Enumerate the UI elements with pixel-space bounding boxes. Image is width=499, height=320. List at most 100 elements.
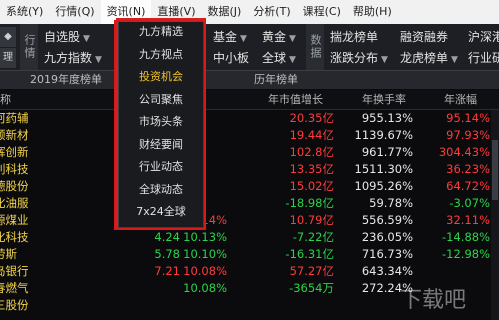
toolbar: ◆ 理 行情 自选股 ▼ 九方指数 ▼ 基金 ▼ 中小板 黄金 ▼ 全球 ▼ 数据 揣龙榜… bbox=[0, 24, 499, 71]
jiufang-index-label: 九方指数 bbox=[44, 51, 93, 65]
dragon-list-item[interactable]: 揣龙榜单 bbox=[330, 27, 378, 47]
column-cap-growth[interactable]: 年市值增长 bbox=[268, 90, 323, 109]
chevron-down-icon: ▼ bbox=[83, 34, 90, 44]
chevron-down-icon: ▼ bbox=[289, 34, 296, 44]
cap-growth: 19.44亿 bbox=[289, 128, 334, 142]
industry-research-item[interactable]: 行业研 bbox=[468, 48, 499, 68]
cap-growth: 20.35亿 bbox=[289, 111, 334, 125]
gold-item[interactable]: 黄金 ▼ bbox=[262, 27, 296, 47]
column-turnover[interactable]: 年换手率 bbox=[362, 90, 406, 109]
stock-name: 德股份 bbox=[0, 179, 29, 193]
table-row[interactable]: 化油服 -18.98亿 59.78% -3.07% bbox=[0, 195, 499, 212]
table-row[interactable]: 河药辅 20.35亿 955.13% 95.14% bbox=[0, 110, 499, 127]
turnover-rate: 643.34% bbox=[361, 264, 413, 278]
table-row[interactable]: 劳斯 5.7810.10% -16.31亿 716.73% -12.98% bbox=[0, 246, 499, 263]
cap-growth: 10.79亿 bbox=[289, 213, 334, 227]
stock-name: 劳斯 bbox=[0, 247, 17, 261]
price: 5.78 bbox=[154, 247, 180, 261]
stock-name: 源煤业 bbox=[0, 213, 29, 227]
dropdown-item[interactable]: 九方视点 bbox=[119, 44, 203, 67]
cap-growth: 15.02亿 bbox=[289, 179, 334, 193]
dropdown-item[interactable]: 市场头条 bbox=[119, 111, 203, 134]
stock-name: 顺新材 bbox=[0, 128, 29, 142]
stock-name: 利科技 bbox=[0, 162, 29, 176]
stock-name: 河药辅 bbox=[0, 111, 29, 125]
margin-trading-item[interactable]: 融资融券 bbox=[400, 27, 448, 47]
menu-bar: 系统(Y) 行情(Q) 资讯(N) 直播(V) 数据(J) 分析(T) 课程(C… bbox=[0, 0, 499, 25]
column-header-row: 称 年市值增长 年换手率 年涨幅 bbox=[0, 90, 499, 110]
turnover-rate: 961.77% bbox=[361, 145, 413, 159]
data-group-label: 数据 bbox=[306, 24, 324, 70]
annual-gain: 97.93% bbox=[446, 128, 490, 142]
watchlist-item[interactable]: 自选股 ▼ bbox=[44, 27, 90, 47]
cap-growth: -3654万 bbox=[289, 281, 334, 295]
table-row[interactable]: 顺新材 19.44亿 1139.67% 97.93% bbox=[0, 127, 499, 144]
menu-help[interactable]: 帮助(H) bbox=[347, 0, 398, 24]
annual-gain: 32.11% bbox=[446, 213, 490, 227]
table-row[interactable]: 辉创新 102.8亿 961.77% 304.43% bbox=[0, 144, 499, 161]
gold-label: 黄金 bbox=[262, 30, 287, 44]
turnover-rate: 556.59% bbox=[361, 213, 413, 227]
dropdown-item[interactable]: 行业动态 bbox=[119, 156, 203, 179]
price: 7.21 bbox=[154, 264, 180, 278]
dropdown-item[interactable]: 7x24全球 bbox=[119, 201, 203, 224]
dragon-tiger-item[interactable]: 龙虎榜单 ▼ bbox=[400, 48, 458, 68]
stock-name: 化油服 bbox=[0, 196, 29, 210]
rise-fall-dist-item[interactable]: 涨跌分布 ▼ bbox=[330, 48, 388, 68]
sh-sz-hk-item[interactable]: 沪深港 bbox=[468, 27, 499, 47]
table-row[interactable]: 利科技 13.35亿 1511.30% 36.23% bbox=[0, 161, 499, 178]
daily-change: 10.10% bbox=[183, 247, 227, 261]
annual-gain: -3.07% bbox=[449, 196, 490, 210]
cap-growth: -16.31亿 bbox=[285, 247, 334, 261]
global-item[interactable]: 全球 ▼ bbox=[262, 48, 296, 68]
news-dropdown-menu: 九方精选 九方视点 投资机会 公司聚焦 市场头条 财经要闻 行业动态 全球动态 7x24全球 bbox=[118, 20, 204, 228]
annual-gain: -12.98% bbox=[442, 247, 490, 261]
table-row[interactable]: 源煤业3.3110.14%10.79亿556.59%32.11% bbox=[0, 212, 499, 229]
menu-quotes[interactable]: 行情(Q) bbox=[49, 0, 100, 24]
turnover-rate: 236.05% bbox=[361, 230, 413, 244]
table-row[interactable]: 岛银行 7.2110.08% 57.27亿 643.34% bbox=[0, 263, 499, 280]
cap-growth: -7.22亿 bbox=[292, 230, 334, 244]
fund-label: 基金 bbox=[213, 30, 238, 44]
stock-name: 辉创新 bbox=[0, 145, 29, 159]
quotes-group-label: 行情 bbox=[20, 24, 38, 70]
dropdown-item[interactable]: 投资机会 bbox=[119, 66, 203, 89]
menu-analysis[interactable]: 分析(T) bbox=[247, 0, 296, 24]
global-label: 全球 bbox=[262, 51, 287, 65]
fund-item[interactable]: 基金 ▼ bbox=[213, 27, 247, 47]
cap-growth: 57.27亿 bbox=[289, 264, 334, 278]
daily-change: 10.13% bbox=[183, 230, 227, 244]
menu-data[interactable]: 数据(J) bbox=[201, 0, 247, 24]
turnover-rate: 59.78% bbox=[369, 196, 413, 210]
dropdown-item[interactable]: 九方精选 bbox=[119, 21, 203, 44]
menu-system[interactable]: 系统(Y) bbox=[0, 0, 49, 24]
chevron-down-icon: ▼ bbox=[95, 55, 102, 65]
dropdown-item[interactable]: 财经要闻 bbox=[119, 134, 203, 157]
toolbar-corner-icon[interactable]: ◆ bbox=[0, 27, 16, 47]
column-name[interactable]: 称 bbox=[0, 90, 11, 109]
tab-2019-ranking[interactable]: 2019年度榜单 bbox=[30, 71, 102, 89]
annual-gain: 95.14% bbox=[446, 111, 490, 125]
jiufang-index-item[interactable]: 九方指数 ▼ bbox=[44, 48, 102, 68]
stock-name: 三股份 bbox=[0, 298, 29, 312]
scrollbar-thumb[interactable] bbox=[492, 140, 498, 200]
rise-fall-dist-label: 涨跌分布 bbox=[330, 51, 379, 65]
table-row[interactable]: 化科技 4.2410.13% -7.22亿 236.05% -14.88% bbox=[0, 229, 499, 246]
tab-historical-ranking[interactable]: 历年榜单 bbox=[254, 71, 298, 89]
stock-name: 岛银行 bbox=[0, 264, 29, 278]
sme-board-item[interactable]: 中小板 bbox=[213, 48, 249, 68]
turnover-rate: 1511.30% bbox=[354, 162, 413, 176]
dropdown-item[interactable]: 全球动态 bbox=[119, 179, 203, 202]
chevron-down-icon: ▼ bbox=[381, 55, 388, 65]
dropdown-item[interactable]: 公司聚焦 bbox=[119, 89, 203, 112]
turnover-rate: 716.73% bbox=[361, 247, 413, 261]
turnover-rate: 1139.67% bbox=[354, 128, 413, 142]
daily-change: 10.08% bbox=[183, 264, 227, 278]
column-annual-gain[interactable]: 年涨幅 bbox=[444, 90, 477, 109]
price: 4.24 bbox=[154, 230, 180, 244]
daily-change: 10.08% bbox=[183, 281, 227, 295]
table-row[interactable]: 德股份 15.02亿 1095.26% 64.72% bbox=[0, 178, 499, 195]
cap-growth: 13.35亿 bbox=[289, 162, 334, 176]
annual-gain: 64.72% bbox=[446, 179, 490, 193]
menu-course[interactable]: 课程(C) bbox=[297, 0, 347, 24]
